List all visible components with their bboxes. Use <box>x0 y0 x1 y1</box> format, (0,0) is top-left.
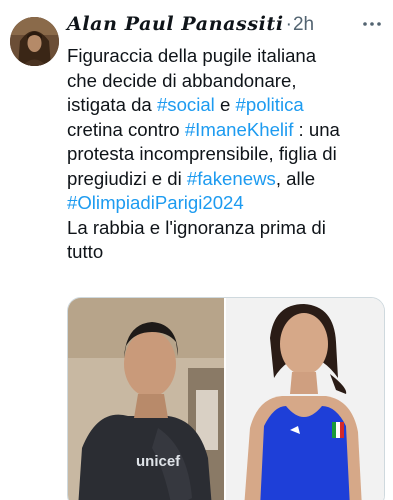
shirt-logo-text: unicef <box>136 453 181 470</box>
separator-dot: · <box>285 14 292 35</box>
tweet-text-segment: che decide di abbandonare, <box>67 69 297 91</box>
timestamp[interactable]: 2h <box>293 14 314 36</box>
tweet-line: #OlimpiadiParigi2024 <box>67 191 387 216</box>
avatar-image <box>10 17 59 66</box>
tweet-line: cretina contro #ImaneKhelif : una <box>67 118 387 143</box>
hashtag-link[interactable]: #fakenews <box>187 168 276 189</box>
hashtag-link[interactable]: #OlimpiadiParigi2024 <box>67 192 244 213</box>
tweet-text: Figuraccia della pugile italiana che deci… <box>67 44 387 265</box>
tweet-line: La rabbia e l'ignoranza prima di <box>67 216 387 241</box>
tweet-text-segment: cretina contro <box>67 118 185 140</box>
tweet-line: pregiudizi e di #fakenews, alle <box>67 167 387 192</box>
tweet-line: Figuraccia della pugile italiana <box>67 44 387 69</box>
tweet-line: tutto <box>67 240 387 265</box>
avatar[interactable] <box>10 17 59 66</box>
right-photo[interactable] <box>226 298 384 500</box>
hashtag-link[interactable]: #ImaneKhelif <box>185 119 294 140</box>
tweet: Alan Paul Panassiti · 2h Figuraccia dell… <box>0 0 393 500</box>
tweet-text-segment: tutto <box>67 241 104 262</box>
tweet-text-segment: e <box>214 94 236 115</box>
tweet-text-segment: istigata da <box>67 94 157 115</box>
tweet-text-segment: protesta incomprensibile, figlia di <box>67 143 337 164</box>
author-name[interactable]: Alan Paul Panassiti <box>67 13 284 35</box>
tweet-header: Alan Paul Panassiti · 2h <box>67 13 314 43</box>
tweet-text-segment: pregiudizi e di <box>67 167 187 189</box>
hashtag-link[interactable]: #social <box>157 94 215 115</box>
media-photos: unicef <box>68 298 384 500</box>
tweet-text-segment: , alle <box>275 167 316 189</box>
more-horizontal-icon[interactable] <box>362 18 382 30</box>
tweet-text-segment: Figuraccia della pugile italiana <box>67 45 317 66</box>
media-grid[interactable]: unicef <box>67 297 385 500</box>
tweet-line: istigata da #social e #politica <box>67 93 387 118</box>
tweet-text-segment: : una <box>293 118 340 140</box>
hashtag-link[interactable]: #politica <box>236 94 304 115</box>
tweet-line: protesta incomprensibile, figlia di <box>67 142 387 167</box>
tweet-line: che decide di abbandonare, <box>67 69 387 94</box>
left-photo[interactable]: unicef <box>68 298 224 500</box>
tweet-text-segment: La rabbia e l'ignoranza prima di <box>67 216 326 238</box>
